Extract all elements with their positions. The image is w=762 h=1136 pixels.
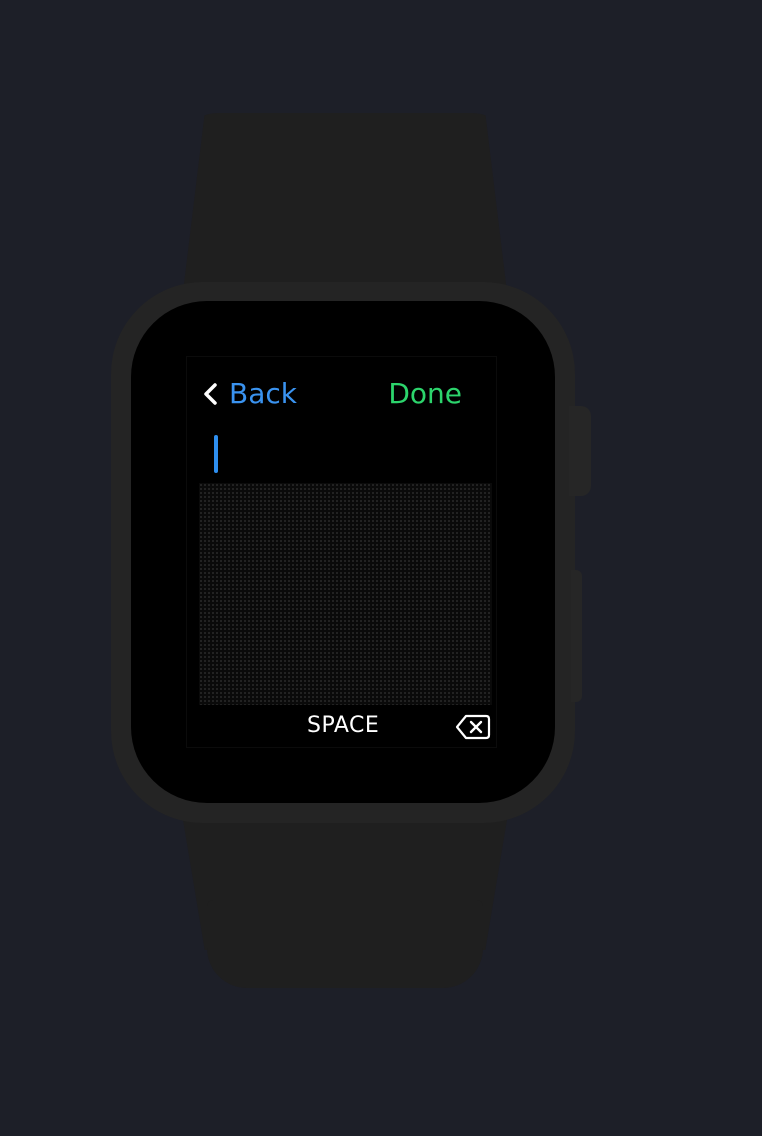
delete-button[interactable] — [455, 713, 491, 741]
done-button[interactable]: Done — [388, 377, 462, 410]
back-label: Back — [229, 377, 297, 410]
watch-band-bottom — [207, 900, 483, 988]
side-button[interactable] — [571, 570, 582, 702]
chevron-left-icon — [204, 382, 217, 405]
watch-simulator: Back Done SPACE — [0, 0, 762, 1136]
digital-crown[interactable] — [569, 406, 591, 496]
text-caret — [214, 435, 218, 473]
text-input-screen: Back Done SPACE — [186, 356, 497, 748]
scribble-pad[interactable] — [199, 483, 492, 705]
text-input-field[interactable] — [199, 431, 484, 477]
space-button[interactable]: SPACE — [307, 713, 379, 738]
back-button[interactable]: Back — [201, 377, 297, 410]
delete-left-icon — [455, 714, 491, 740]
